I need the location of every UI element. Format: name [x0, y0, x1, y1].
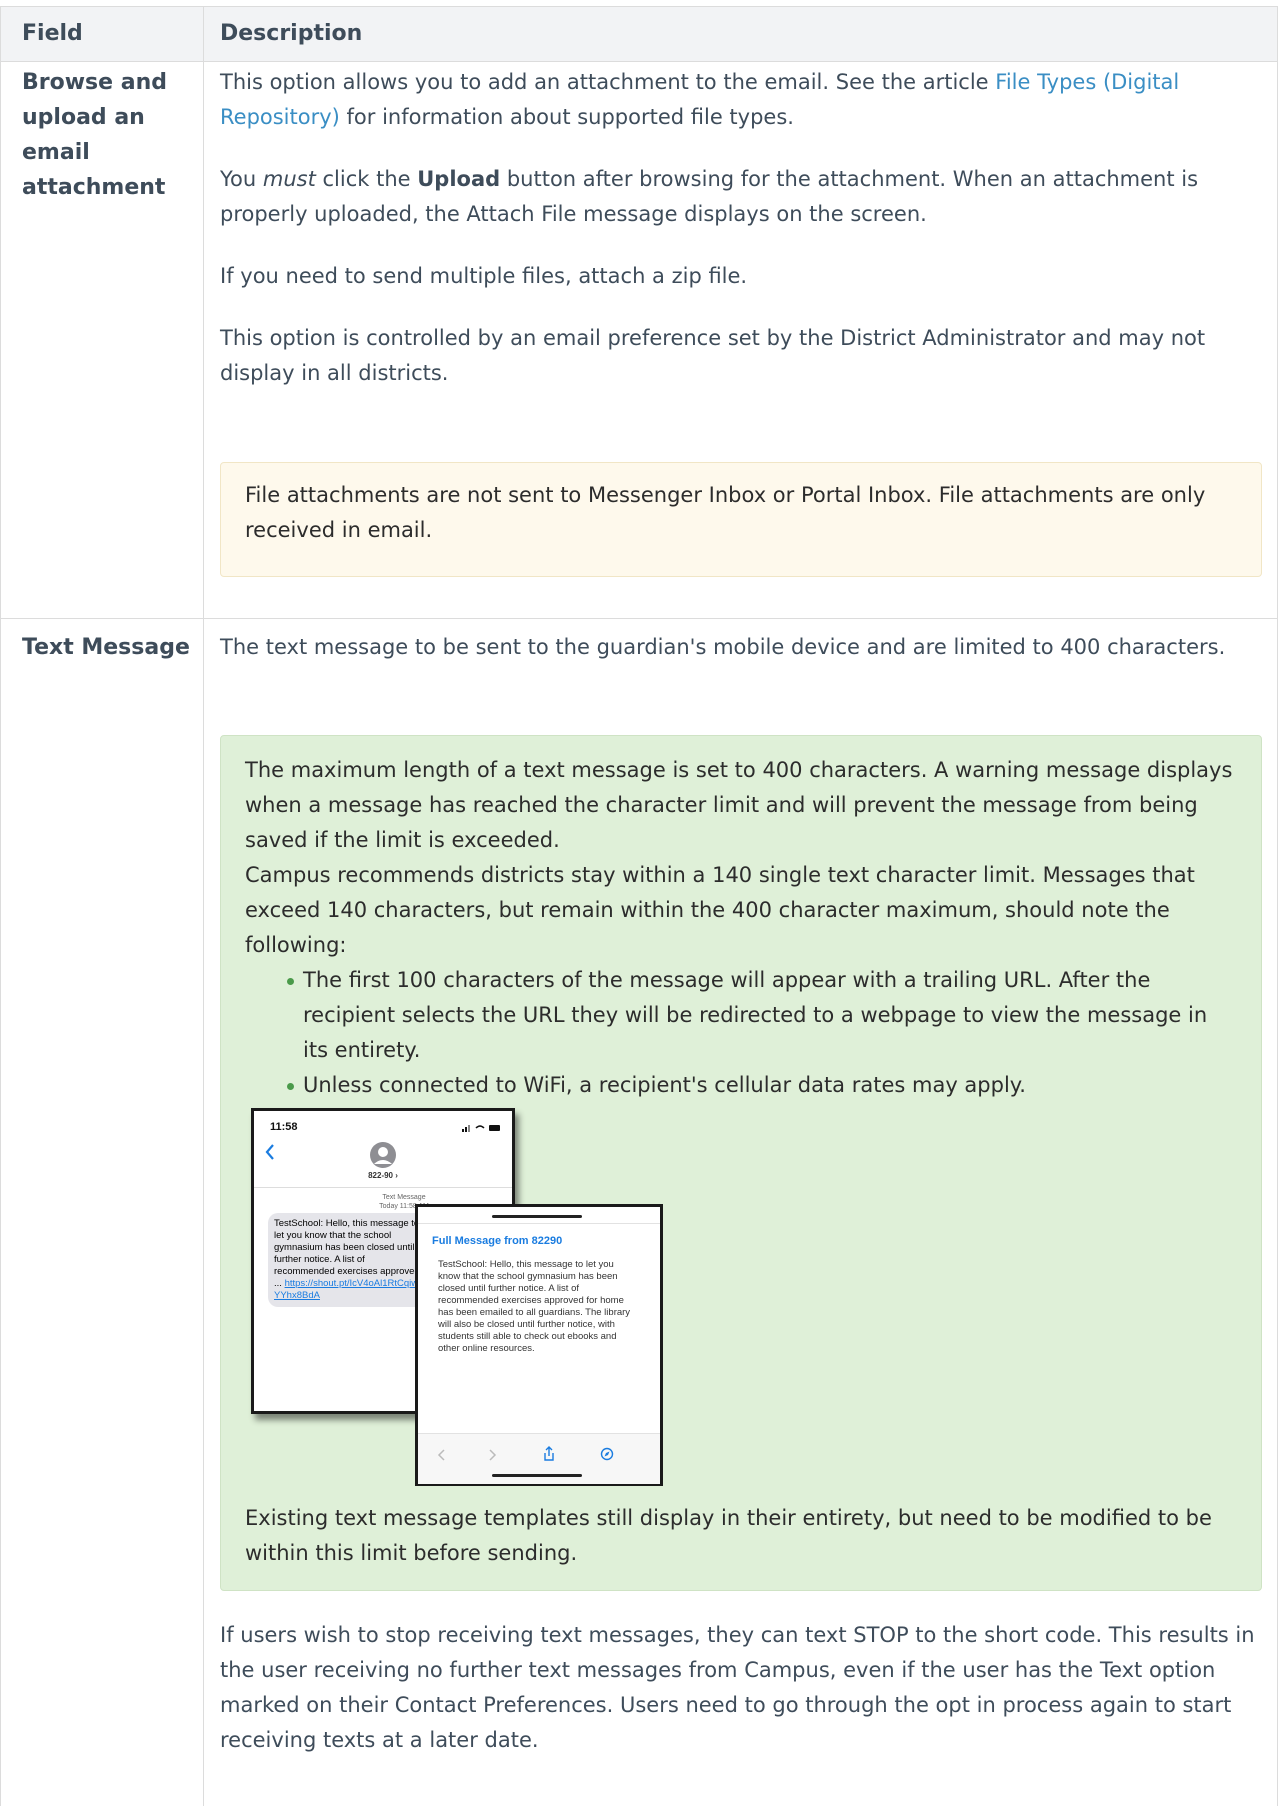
- tip-callout: The maximum length of a text message is …: [220, 735, 1262, 1591]
- header-description: Description: [220, 21, 363, 46]
- text: click the: [315, 167, 418, 191]
- list-item: The first 100 characters of the message …: [287, 963, 1235, 1068]
- header-field: Field: [22, 21, 83, 46]
- text: This option allows you to add an attachm…: [220, 70, 996, 94]
- field-description-table: Field Description Browse and upload an e…: [0, 6, 1278, 1806]
- forward-icon[interactable]: [488, 1448, 498, 1462]
- tip-list: The first 100 characters of the message …: [245, 963, 1235, 1103]
- signal-icon: [462, 1125, 500, 1132]
- tip-paragraph: The maximum length of a text message is …: [245, 758, 1233, 852]
- compass-icon[interactable]: [600, 1447, 614, 1461]
- column-divider: [203, 6, 204, 1806]
- home-indicator: [492, 1474, 582, 1477]
- sms-bubble: TestSchool: Hello, this message to let y…: [268, 1213, 428, 1307]
- status-time: 11:58: [270, 1121, 298, 1133]
- desc-stop-texts: If users wish to stop receiving text mes…: [220, 1623, 1255, 1752]
- list-item: Unless connected to WiFi, a recipient's …: [287, 1068, 1235, 1103]
- desc-paragraph: You must click the Upload button after b…: [220, 162, 1260, 232]
- tip-paragraph: Campus recommends districts stay within …: [245, 863, 1195, 957]
- warning-callout: File attachments are not sent to Messeng…: [220, 462, 1262, 577]
- short-url-link[interactable]: https://shout.pt/IcV4oAl1RtCqiwYYhx8BdA: [274, 1278, 418, 1301]
- full-message-body: TestSchool: Hello, this message to let y…: [438, 1259, 631, 1354]
- share-icon[interactable]: [542, 1446, 556, 1462]
- avatar-icon: [370, 1142, 396, 1168]
- desc-browse-upload-attachment: This option allows you to add an attachm…: [220, 65, 1260, 391]
- emphasis-text: must: [262, 167, 316, 191]
- full-message-screenshot: Full Message from 82290 TestSchool: Hell…: [415, 1204, 663, 1486]
- text: You: [220, 167, 263, 191]
- tip-text: The maximum length of a text message is …: [245, 753, 1235, 1103]
- bold-text: Upload: [417, 167, 501, 191]
- contact-number: 822-90 ›: [368, 1171, 398, 1180]
- browser-toolbar: [418, 1433, 660, 1484]
- battery-icon: [489, 1125, 500, 1131]
- meta-label: Text Message: [382, 1194, 426, 1201]
- notch-bar: [492, 1215, 582, 1218]
- desc-paragraph: This option allows you to add an attachm…: [220, 65, 1260, 135]
- field-text-message: Text Message: [22, 635, 190, 660]
- text: for information about supported file typ…: [339, 105, 794, 129]
- tip-paragraph: Existing text message templates still di…: [245, 1506, 1212, 1565]
- full-message-title: Full Message from 82290: [432, 1235, 563, 1247]
- desc-paragraph: If you need to send multiple files, atta…: [220, 264, 748, 288]
- table-header: Field Description: [1, 6, 1277, 62]
- chevron-left-icon: [265, 1144, 274, 1160]
- divider: [418, 1223, 660, 1224]
- field-browse-upload-attachment: Browse and upload an email attachment: [22, 70, 167, 200]
- desc-text-message-intro: The text message to be sent to the guard…: [220, 635, 1226, 659]
- warning-text: File attachments are not sent to Messeng…: [245, 483, 1206, 542]
- wifi-icon: [475, 1125, 485, 1129]
- divider: [254, 1187, 512, 1188]
- back-icon[interactable]: [436, 1448, 446, 1462]
- desc-paragraph: This option is controlled by an email pr…: [220, 326, 1206, 385]
- row-divider: [1, 618, 1277, 619]
